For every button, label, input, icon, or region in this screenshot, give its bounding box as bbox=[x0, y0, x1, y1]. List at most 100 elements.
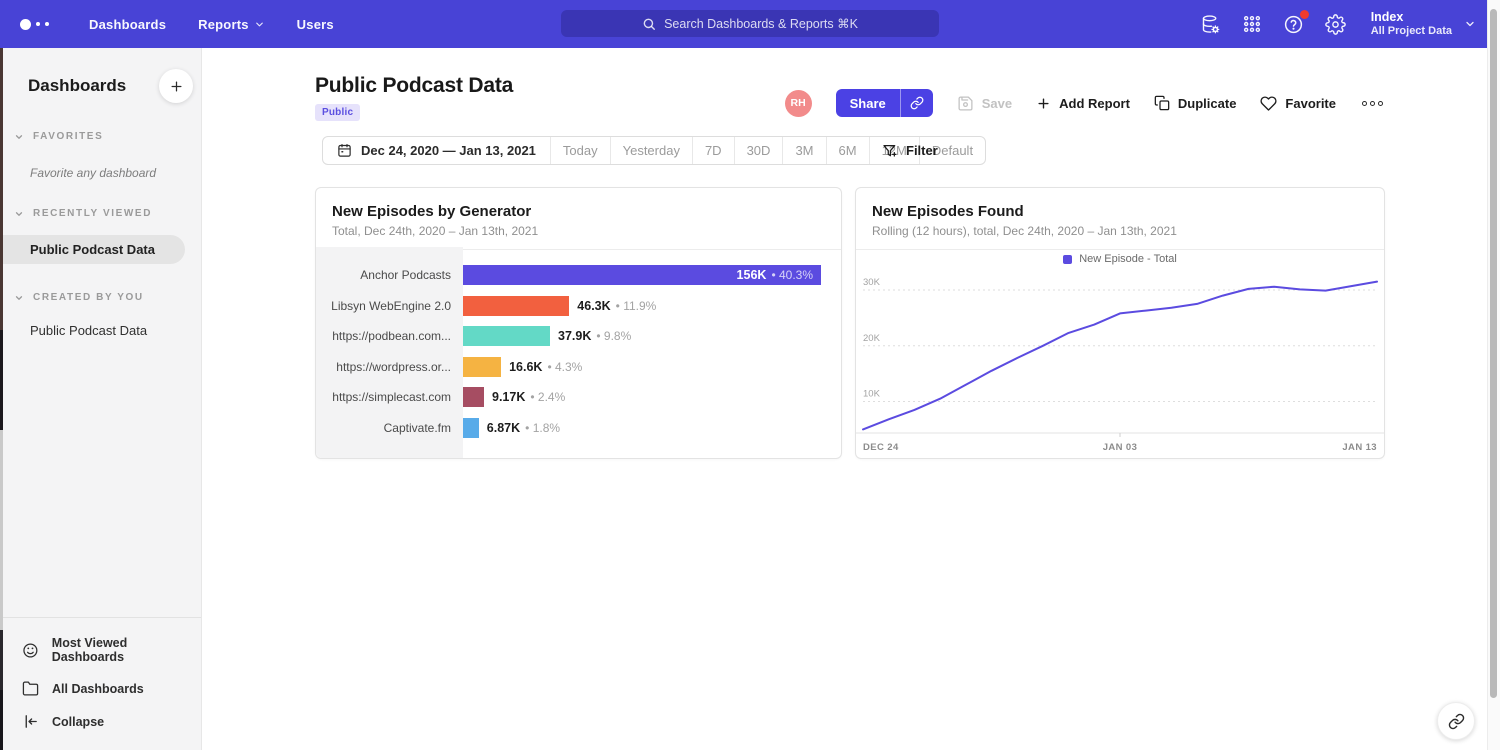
screen-edge-artifact bbox=[0, 330, 3, 430]
avatar[interactable]: RH bbox=[785, 90, 812, 117]
workspace-switcher[interactable]: Index All Project Data bbox=[1371, 10, 1476, 38]
chevron-down-icon bbox=[14, 132, 24, 142]
bar-row[interactable]: Captivate.fm6.87K• 1.8% bbox=[316, 413, 841, 444]
duplicate-label: Duplicate bbox=[1178, 96, 1237, 111]
section-created-by-you-label: CREATED BY YOU bbox=[33, 292, 144, 303]
bar[interactable] bbox=[463, 296, 569, 316]
bar-value: 156K bbox=[737, 268, 767, 282]
bar-row[interactable]: Anchor Podcasts156K• 40.3% bbox=[316, 260, 841, 291]
svg-text:JAN 03: JAN 03 bbox=[1103, 442, 1138, 453]
workspace-project: All Project Data bbox=[1371, 25, 1452, 38]
top-nav-right: Index All Project Data bbox=[1200, 0, 1476, 48]
save-button[interactable]: Save bbox=[957, 95, 1012, 112]
svg-text:JAN 13: JAN 13 bbox=[1342, 442, 1377, 453]
help-icon[interactable] bbox=[1283, 14, 1304, 35]
preset-30d[interactable]: 30D bbox=[734, 137, 783, 164]
bar[interactable] bbox=[463, 326, 550, 346]
nav-dashboards[interactable]: Dashboards bbox=[89, 17, 166, 32]
nav-users-label: Users bbox=[297, 17, 334, 32]
preset-today[interactable]: Today bbox=[550, 137, 610, 164]
bar[interactable] bbox=[463, 387, 484, 407]
calendar-icon bbox=[337, 143, 352, 158]
screen-edge-artifact bbox=[0, 630, 3, 690]
bar[interactable] bbox=[463, 357, 501, 377]
date-range-button[interactable]: Dec 24, 2020 — Jan 13, 2021 bbox=[323, 137, 550, 164]
most-viewed-dashboards-button[interactable]: Most Viewed Dashboards bbox=[0, 628, 201, 672]
section-recently-viewed-label: RECENTLY VIEWED bbox=[33, 208, 152, 219]
preset-yesterday[interactable]: Yesterday bbox=[610, 137, 692, 164]
sidebar: Dashboards FAVORITES Favorite any dashbo… bbox=[0, 48, 202, 750]
logo-dot-small bbox=[45, 22, 49, 26]
search-input[interactable]: Search Dashboards & Reports ⌘K bbox=[561, 10, 939, 37]
section-favorites[interactable]: FAVORITES bbox=[0, 131, 201, 142]
line-chart-svg[interactable]: 10K20K30KDEC 24JAN 03JAN 13 bbox=[856, 271, 1384, 460]
copy-icon bbox=[1154, 95, 1170, 111]
all-dashboards-button[interactable]: All Dashboards bbox=[0, 672, 201, 705]
more-options-button[interactable] bbox=[1360, 97, 1385, 110]
bar-category-label: https://simplecast.com bbox=[316, 390, 463, 404]
scrollbar-thumb[interactable] bbox=[1490, 9, 1497, 698]
heart-icon bbox=[1260, 95, 1277, 112]
bar-row[interactable]: https://podbean.com...37.9K• 9.8% bbox=[316, 321, 841, 352]
svg-text:20K: 20K bbox=[863, 333, 881, 344]
workspace-name: Index bbox=[1371, 10, 1452, 25]
plus-icon bbox=[1036, 96, 1051, 111]
apps-grid-icon[interactable] bbox=[1242, 14, 1262, 34]
settings-gear-icon[interactable] bbox=[1325, 14, 1346, 35]
preset-6m[interactable]: 6M bbox=[826, 137, 869, 164]
smiley-icon bbox=[22, 642, 39, 659]
bar-row[interactable]: Libsyn WebEngine 2.046.3K• 11.9% bbox=[316, 291, 841, 322]
preset-3m[interactable]: 3M bbox=[782, 137, 825, 164]
nav-reports-label: Reports bbox=[198, 17, 249, 32]
bar[interactable] bbox=[463, 418, 479, 438]
favorite-button[interactable]: Favorite bbox=[1260, 95, 1336, 112]
svg-text:30K: 30K bbox=[863, 277, 881, 288]
chevron-down-icon bbox=[254, 19, 265, 30]
sidebar-item-public-podcast-data[interactable]: Public Podcast Data bbox=[0, 235, 185, 264]
filter-funnel-icon bbox=[882, 143, 898, 159]
bar-row[interactable]: https://wordpress.or...16.6K• 4.3% bbox=[316, 352, 841, 383]
share-link-button[interactable] bbox=[900, 89, 933, 117]
logo-dot-large bbox=[20, 19, 31, 30]
section-recently-viewed[interactable]: RECENTLY VIEWED bbox=[0, 208, 201, 219]
bar-track: 16.6K• 4.3% bbox=[463, 357, 841, 377]
share-button[interactable]: Share bbox=[836, 89, 900, 117]
add-report-button[interactable]: Add Report bbox=[1036, 96, 1130, 111]
section-favorites-label: FAVORITES bbox=[33, 131, 103, 142]
duplicate-button[interactable]: Duplicate bbox=[1154, 95, 1237, 111]
section-created-by-you[interactable]: CREATED BY YOU bbox=[0, 292, 201, 303]
screen-edge-artifact bbox=[0, 690, 3, 750]
public-badge: Public bbox=[315, 104, 360, 121]
notification-badge bbox=[1300, 10, 1309, 19]
chevron-down-icon bbox=[14, 209, 24, 219]
primary-nav: Dashboards Reports Users bbox=[89, 17, 334, 32]
chart-legend[interactable]: New Episode - Total bbox=[856, 247, 1384, 271]
preset-7d[interactable]: 7D bbox=[692, 137, 734, 164]
add-dashboard-button[interactable] bbox=[159, 69, 193, 103]
nav-users[interactable]: Users bbox=[297, 17, 334, 32]
window-scrollbar[interactable] bbox=[1487, 0, 1500, 750]
bar-chart: Anchor Podcasts156K• 40.3%Libsyn WebEngi… bbox=[316, 247, 841, 458]
link-icon bbox=[1448, 713, 1465, 730]
bar-category-label: Libsyn WebEngine 2.0 bbox=[316, 299, 463, 313]
filter-label: Filter bbox=[906, 143, 938, 158]
bar-track: 156K• 40.3% bbox=[463, 265, 841, 285]
bar-chart-rows: Anchor Podcasts156K• 40.3%Libsyn WebEngi… bbox=[316, 247, 841, 458]
nav-reports[interactable]: Reports bbox=[198, 17, 265, 32]
bar-row[interactable]: https://simplecast.com9.17K• 2.4% bbox=[316, 382, 841, 413]
bar[interactable]: 156K• 40.3% bbox=[463, 265, 821, 285]
dashboard-actions: RH Share Save Add Report Duplicate Favor… bbox=[785, 89, 1385, 117]
legend-label: New Episode - Total bbox=[1079, 253, 1177, 265]
bar-value: 37.9K bbox=[558, 329, 591, 343]
filter-button[interactable]: Filter bbox=[882, 136, 938, 165]
top-nav: Dashboards Reports Users Search Dashboar… bbox=[0, 0, 1500, 48]
app-logo[interactable] bbox=[20, 19, 49, 30]
sidebar-item-public-podcast-data[interactable]: Public Podcast Data bbox=[0, 323, 201, 338]
card-title: New Episodes by Generator bbox=[332, 203, 825, 220]
data-source-icon[interactable] bbox=[1200, 14, 1221, 35]
card-subtitle: Total, Dec 24th, 2020 – Jan 13th, 2021 bbox=[332, 224, 825, 238]
collapse-sidebar-button[interactable]: Collapse bbox=[0, 705, 201, 738]
copy-link-floating-button[interactable] bbox=[1437, 702, 1475, 740]
folder-icon bbox=[22, 680, 39, 697]
bar-value: 6.87K bbox=[487, 421, 520, 435]
